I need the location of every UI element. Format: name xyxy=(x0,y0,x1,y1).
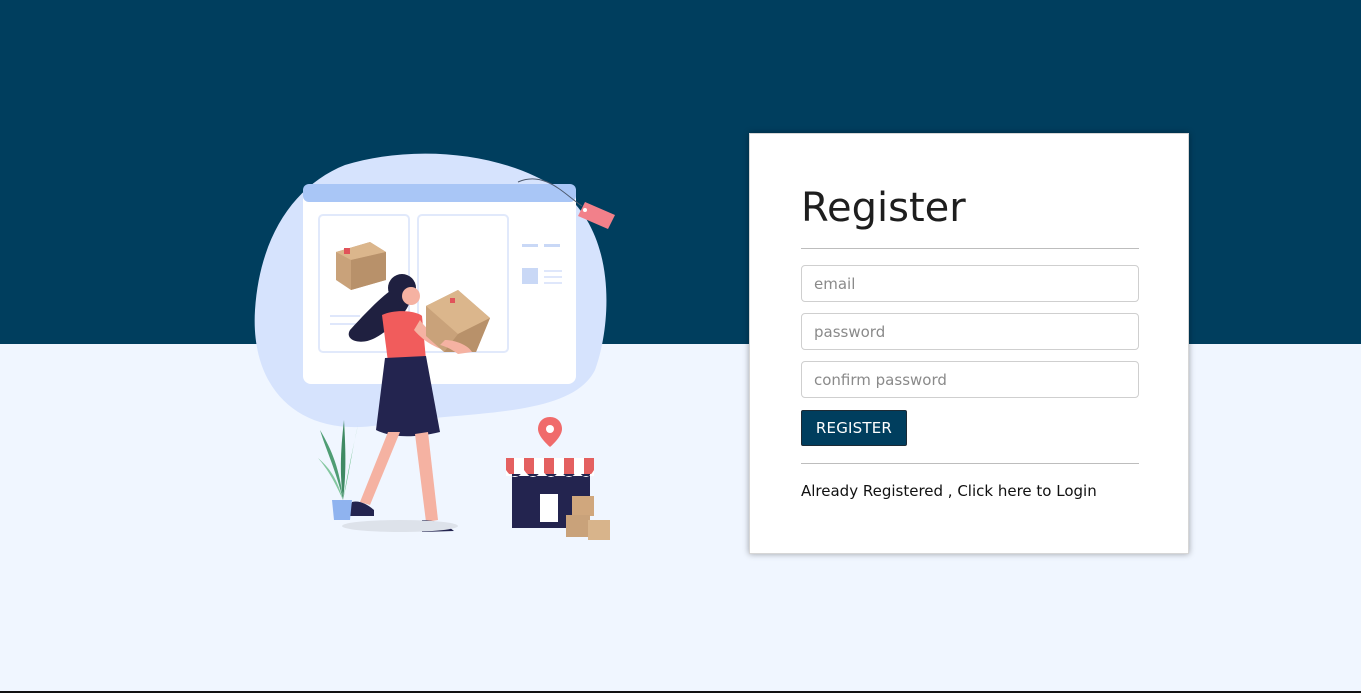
login-link[interactable]: Already Registered , Click here to Login xyxy=(801,482,1097,500)
title-divider xyxy=(801,248,1139,249)
shopping-delivery-illustration xyxy=(254,153,615,540)
page-title: Register xyxy=(801,185,966,231)
password-field[interactable] xyxy=(801,313,1139,350)
register-page: Register REGISTER Already Registered , C… xyxy=(0,0,1361,693)
form-divider xyxy=(801,463,1139,464)
register-card: Register REGISTER Already Registered , C… xyxy=(749,133,1189,554)
register-button[interactable]: REGISTER xyxy=(801,410,907,446)
email-field[interactable] xyxy=(801,265,1139,302)
confirm-password-field[interactable] xyxy=(801,361,1139,398)
